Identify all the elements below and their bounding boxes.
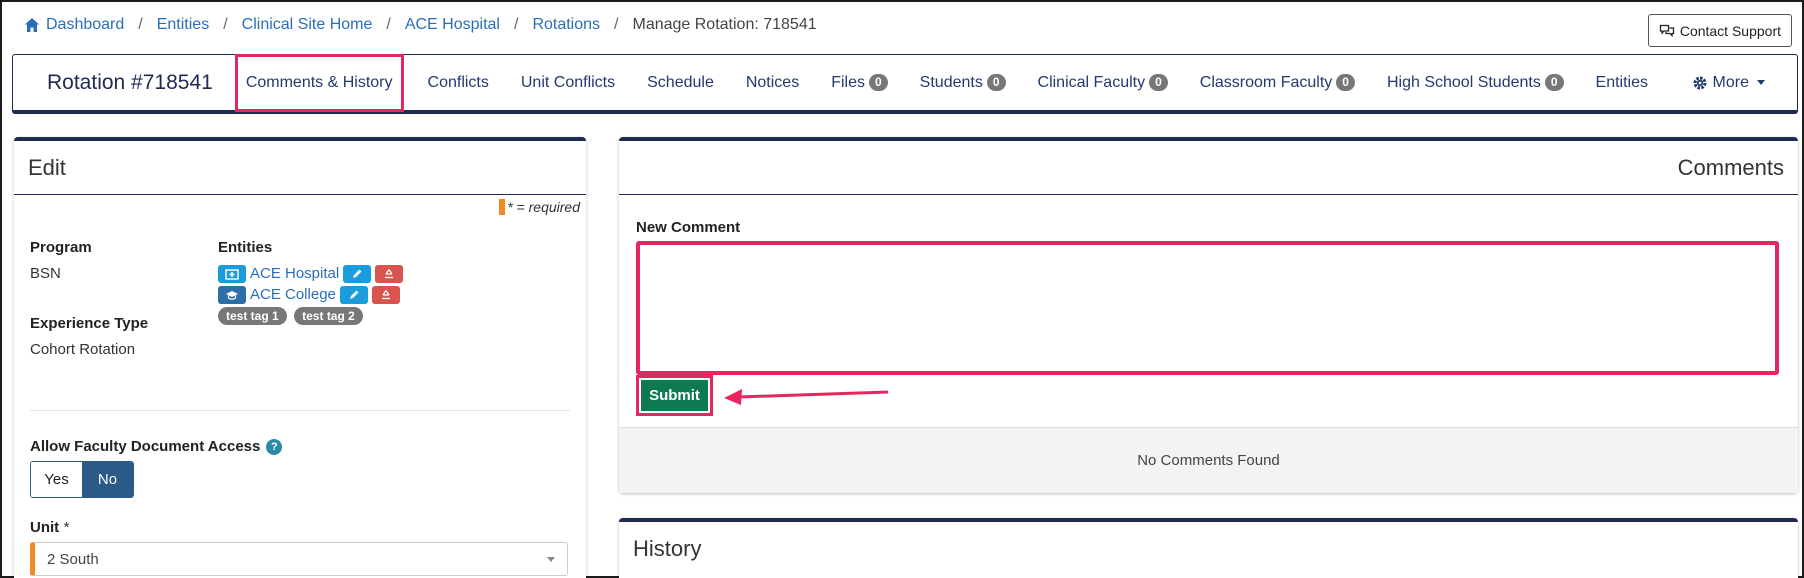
count-badge: 0: [1149, 74, 1168, 91]
new-comment-label: New Comment: [636, 219, 741, 236]
tab-conflicts[interactable]: Conflicts: [428, 74, 489, 92]
new-comment-textarea[interactable]: [636, 241, 1779, 375]
no-comments-message: No Comments Found: [619, 427, 1798, 493]
tab-label: Conflicts: [427, 73, 489, 91]
more-label: More: [1712, 73, 1749, 91]
edit-panel-title: Edit: [14, 141, 586, 195]
pencil-icon[interactable]: [339, 285, 368, 304]
faculty-access-label: Allow Faculty Document Access?: [30, 438, 283, 456]
contact-support-label: Contact Support: [1679, 22, 1781, 39]
experience-type-value: Cohort Rotation: [30, 341, 136, 358]
breadcrumb-current: Manage Rotation: 718541: [632, 16, 817, 33]
count-badge: 0: [1544, 74, 1564, 91]
breadcrumb-separator: /: [223, 16, 228, 33]
pencil-icon[interactable]: [343, 264, 372, 283]
unit-label: Unit *: [30, 519, 69, 537]
breadcrumb-separator: /: [513, 16, 519, 33]
help-icon[interactable]: ?: [266, 439, 283, 455]
tab-label: Clinical Faculty: [1037, 73, 1146, 91]
entities-label: Entities: [218, 239, 273, 256]
count-badge: 0: [868, 74, 888, 91]
comments-panel-title: Comments: [619, 141, 1798, 195]
tab-entities[interactable]: Entities: [1596, 74, 1648, 92]
tab-label: Students: [919, 73, 983, 91]
program-label-text: Program: [30, 239, 92, 256]
tab-files[interactable]: Files 0: [831, 73, 888, 92]
required-marker: [499, 199, 506, 215]
breadcrumb-clinical-site-home[interactable]: Clinical Site Home: [242, 16, 373, 34]
required-note-text: * = required: [507, 199, 580, 215]
tab-comments-history[interactable]: Comments & History: [234, 53, 404, 112]
tab-label: Notices: [745, 73, 800, 91]
rotation-nav: Rotation #718541 Comments & History Conf…: [12, 53, 1798, 114]
tag-badge: test tag 2: [294, 307, 363, 325]
tab-students[interactable]: Students 0: [920, 74, 1006, 92]
breadcrumb-separator: /: [386, 16, 391, 33]
contact-support-button[interactable]: Contact Support: [1647, 14, 1792, 47]
breadcrumb-ace-hospital[interactable]: ACE Hospital: [405, 16, 500, 34]
tab-label: Files: [831, 73, 865, 91]
tab-label: Unit Conflicts: [520, 73, 616, 91]
gear-icon: [1693, 76, 1707, 89]
breadcrumb-separator: /: [138, 16, 143, 33]
tab-label: Classroom Faculty: [1199, 73, 1333, 91]
hospital-icon: [218, 264, 246, 283]
edit-panel: Edit * = required Program BSN Entities A…: [14, 137, 586, 578]
tab-schedule[interactable]: Schedule: [647, 74, 714, 92]
breadcrumb-dashboard[interactable]: Dashboard: [46, 16, 124, 34]
breadcrumb: Dashboard / Entities / Clinical Site Hom…: [24, 16, 817, 34]
faculty-access-label-text: Allow Faculty Document Access: [30, 438, 261, 455]
experience-type-label: Experience Type: [30, 315, 149, 332]
tab-unit-conflicts[interactable]: Unit Conflicts: [521, 74, 615, 92]
entity-row: ACE College: [218, 284, 403, 305]
program-value: BSN: [30, 265, 61, 282]
section-divider: [30, 410, 570, 411]
toggle-yes-button[interactable]: Yes: [31, 462, 82, 497]
required-asterisk: *: [63, 519, 70, 536]
recycle-icon[interactable]: [371, 285, 400, 304]
faculty-access-toggle: Yes No: [30, 461, 134, 498]
more-dropdown[interactable]: More: [1692, 74, 1765, 92]
breadcrumb-rotations[interactable]: Rotations: [532, 16, 600, 34]
tags-row: test tag 1 test tag 2: [218, 307, 403, 325]
unit-select-value: 2 South: [47, 550, 99, 568]
unit-label-text: Unit: [30, 519, 60, 536]
tab-notices[interactable]: Notices: [746, 74, 799, 92]
tag-badge: test tag 1: [218, 307, 287, 325]
submit-button[interactable]: Submit: [641, 380, 708, 411]
annotation-arrow-icon: [724, 389, 889, 405]
submit-highlight: Submit: [636, 375, 713, 416]
toggle-no-button[interactable]: No: [82, 462, 133, 497]
comments-panel: Comments New Comment Submit No Comments …: [619, 137, 1798, 493]
breadcrumb-entities[interactable]: Entities: [157, 16, 209, 34]
entity-link[interactable]: ACE College: [250, 286, 336, 303]
home-icon: [25, 18, 39, 32]
graduation-cap-icon: [218, 285, 246, 304]
chat-icon: [1659, 24, 1674, 37]
caret-down-icon: [1757, 80, 1765, 85]
tab-label: Comments & History: [245, 73, 393, 91]
tab-high-school-students[interactable]: High School Students 0: [1387, 74, 1564, 92]
tab-label: Entities: [1595, 73, 1648, 91]
history-panel: History: [619, 518, 1798, 578]
tab-label: Schedule: [647, 73, 714, 91]
tab-label: High School Students: [1386, 73, 1541, 91]
unit-select[interactable]: 2 South: [30, 542, 568, 576]
entities-list: ACE Hospital ACE College test tag 1 test…: [218, 263, 404, 325]
tab-clinical-faculty[interactable]: Clinical Faculty 0: [1038, 74, 1168, 92]
entity-row: ACE Hospital: [218, 263, 404, 284]
program-label: Program: [30, 239, 92, 257]
count-badge: 0: [986, 74, 1006, 91]
chevron-down-icon: [547, 556, 555, 562]
required-note: * = required: [14, 195, 586, 215]
rotation-title: Rotation #718541: [47, 70, 213, 94]
tab-classroom-faculty[interactable]: Classroom Faculty 0: [1200, 74, 1355, 92]
count-badge: 0: [1336, 74, 1355, 91]
breadcrumb-separator: /: [614, 16, 619, 33]
entity-link[interactable]: ACE Hospital: [250, 265, 339, 282]
history-panel-title: History: [633, 536, 702, 561]
recycle-icon[interactable]: [375, 264, 404, 283]
